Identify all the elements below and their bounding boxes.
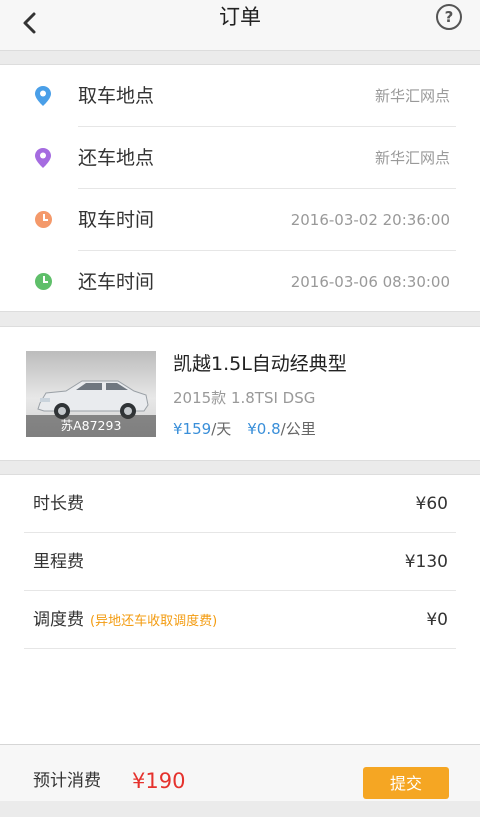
car-pricing: ¥159/天 ¥0.8/公里: [173, 418, 316, 439]
location-pin-icon: [35, 86, 51, 106]
return-time-row[interactable]: 还车时间 2016-03-06 08:30:00: [0, 251, 480, 313]
mileage-fee-value: ¥130: [404, 552, 448, 572]
dispatch-fee-note: (异地还车收取调度费): [90, 614, 218, 629]
dispatch-fee-label-wrap: 调度费 (异地还车收取调度费): [33, 591, 217, 651]
per-km-unit: /公里: [280, 420, 316, 438]
dispatch-fee-label: 调度费: [33, 610, 84, 630]
time-fee-label: 时长费: [33, 494, 84, 514]
car-card[interactable]: 苏A87293 凯越1.5L自动经典型 2015款 1.8TSI DSG ¥15…: [0, 326, 480, 461]
bottom-bar: 预计消费 ¥190 提交: [0, 744, 480, 801]
car-image: 苏A87293: [26, 351, 156, 437]
pickup-time-row[interactable]: 取车时间 2016-03-02 20:36:00: [0, 189, 480, 251]
rental-info-card: 取车地点 新华汇网点 还车地点 新华汇网点 取车时间 2016-03-02 20…: [0, 64, 480, 312]
pickup-location-value: 新华汇网点: [374, 87, 450, 105]
title-bar: 订单 ?: [0, 0, 480, 51]
clock-icon: [35, 211, 52, 228]
dispatch-fee-value: ¥0: [426, 610, 448, 630]
estimate-total: ¥190: [132, 769, 186, 793]
mileage-fee-row: 里程费 ¥130: [0, 533, 480, 591]
location-pin-icon: [35, 148, 51, 168]
estimate-label: 预计消费: [33, 771, 101, 791]
fee-breakdown: 时长费 ¥60 里程费 ¥130 调度费 (异地还车收取调度费) ¥0: [0, 474, 480, 745]
clock-icon: [35, 273, 52, 290]
license-plate: 苏A87293: [26, 415, 156, 437]
car-model-name: 凯越1.5L自动经典型: [173, 353, 347, 375]
car-spec: 2015款 1.8TSI DSG: [173, 389, 316, 407]
pickup-location-row[interactable]: 取车地点 新华汇网点: [0, 65, 480, 127]
help-button[interactable]: ?: [436, 4, 462, 30]
time-fee-value: ¥60: [415, 494, 448, 514]
submit-button[interactable]: 提交: [363, 767, 449, 799]
return-location-value: 新华汇网点: [374, 149, 450, 167]
divider: [24, 648, 456, 649]
pickup-time-value: 2016-03-02 20:36:00: [290, 211, 450, 229]
mileage-fee-label: 里程费: [33, 552, 84, 572]
pickup-time-label: 取车时间: [78, 209, 155, 231]
pickup-location-label: 取车地点: [78, 85, 155, 107]
daily-price: ¥159: [173, 420, 212, 438]
page-title: 订单: [219, 5, 261, 29]
dispatch-fee-row: 调度费 (异地还车收取调度费) ¥0: [0, 591, 480, 649]
return-location-row[interactable]: 还车地点 新华汇网点: [0, 127, 480, 189]
return-location-label: 还车地点: [78, 147, 155, 169]
per-km-price: ¥0.8: [247, 420, 281, 438]
time-fee-row: 时长费 ¥60: [0, 475, 480, 533]
return-time-label: 还车时间: [78, 271, 155, 293]
return-time-value: 2016-03-06 08:30:00: [290, 273, 450, 291]
question-circle-icon: ?: [444, 8, 454, 26]
daily-unit: /天: [211, 420, 232, 438]
